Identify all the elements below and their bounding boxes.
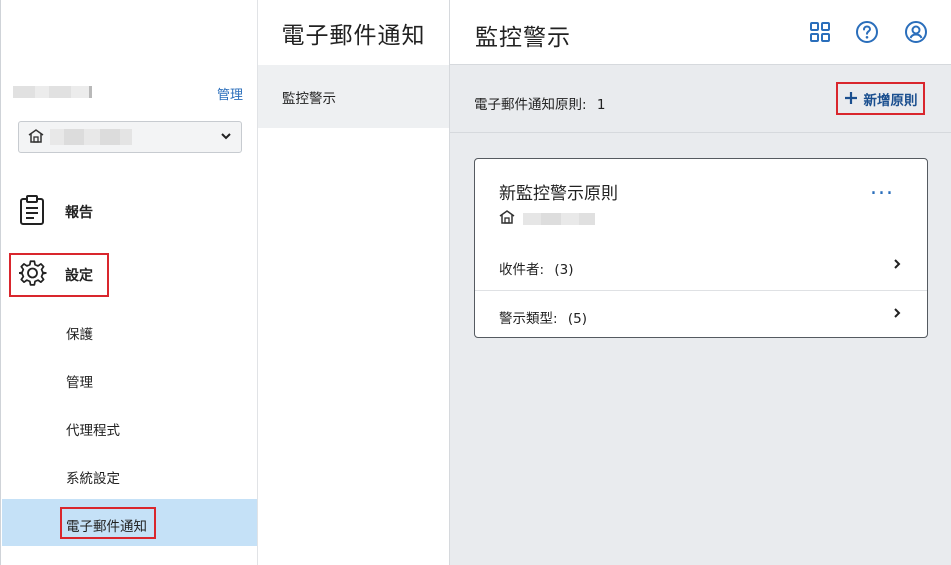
chevron-right-icon	[893, 304, 901, 323]
building-icon	[499, 209, 515, 228]
rule-count-value: 1	[596, 97, 606, 113]
clipboard-report-icon	[19, 194, 45, 230]
alert-rule-card: 新監控警示原則 ... 收件者: (3) 警示類型: (5)	[474, 158, 928, 338]
rule-count-label: 電子郵件通知原則:	[474, 97, 587, 113]
user-account-icon[interactable]	[904, 20, 928, 44]
sidebar: 管理 報告 設定 保護 管理 代理程式 系統設定 電子郵件通知	[0, 0, 258, 565]
nav-reports[interactable]: 報告	[19, 194, 93, 230]
recipients-label-text: 收件者:	[499, 262, 545, 278]
more-options-icon[interactable]: ...	[870, 177, 894, 199]
rules-toolbar: 電子郵件通知原則: 1 新增原則	[450, 65, 951, 133]
chevron-down-icon	[221, 129, 231, 143]
recipients-count: (3)	[554, 262, 574, 278]
rule-count: 電子郵件通知原則: 1	[474, 93, 605, 113]
alert-types-count: (5)	[567, 311, 587, 327]
tenant-name-redacted	[13, 86, 92, 98]
settings-subnav: 電子郵件通知 監控警示	[257, 0, 450, 565]
plus-icon	[844, 88, 858, 109]
subnav-title: 電子郵件通知	[281, 22, 426, 49]
add-rule-button[interactable]: 新增原則	[836, 82, 925, 115]
alert-types-label-text: 警示類型:	[499, 311, 558, 327]
chevron-right-icon	[893, 255, 901, 274]
alert-types-row[interactable]: 警示類型: (5)	[475, 290, 927, 338]
sub-item-protection[interactable]: 保護	[66, 323, 93, 343]
recipients-label: 收件者: (3)	[499, 258, 573, 278]
tenant-row: 管理	[13, 84, 243, 103]
nav-settings-label: 設定	[65, 268, 93, 284]
recipients-row[interactable]: 收件者: (3)	[475, 242, 927, 290]
manage-link[interactable]: 管理	[217, 84, 243, 103]
main-panel: 監控警示 電子郵件通知原則: 1 新增原則 新監控警示原則 ... 收件者: (…	[450, 0, 951, 565]
gear-icon	[18, 259, 47, 291]
subnav-item-monitoring-alerts[interactable]: 監控警示	[258, 65, 449, 128]
help-icon[interactable]	[855, 20, 879, 44]
add-rule-label: 新增原則	[863, 92, 918, 109]
sub-item-system-settings[interactable]: 系統設定	[66, 467, 120, 487]
sub-item-management[interactable]: 管理	[66, 371, 93, 391]
sub-item-agents[interactable]: 代理程式	[66, 419, 120, 439]
tenant-select[interactable]	[18, 121, 242, 153]
rule-tenant-redacted	[523, 212, 595, 225]
page-title: 監控警示	[475, 25, 571, 51]
sub-item-email-notifications[interactable]: 電子郵件通知	[66, 515, 147, 535]
building-icon	[28, 128, 44, 147]
nav-settings[interactable]: 設定	[18, 259, 93, 291]
main-header: 監控警示	[450, 0, 951, 65]
alert-types-label: 警示類型: (5)	[499, 307, 587, 327]
nav-reports-label: 報告	[65, 205, 93, 221]
tenant-select-value-redacted	[50, 129, 132, 145]
apps-grid-icon[interactable]	[808, 20, 832, 44]
rule-tenant	[499, 209, 595, 228]
rule-title: 新監控警示原則	[499, 184, 618, 204]
